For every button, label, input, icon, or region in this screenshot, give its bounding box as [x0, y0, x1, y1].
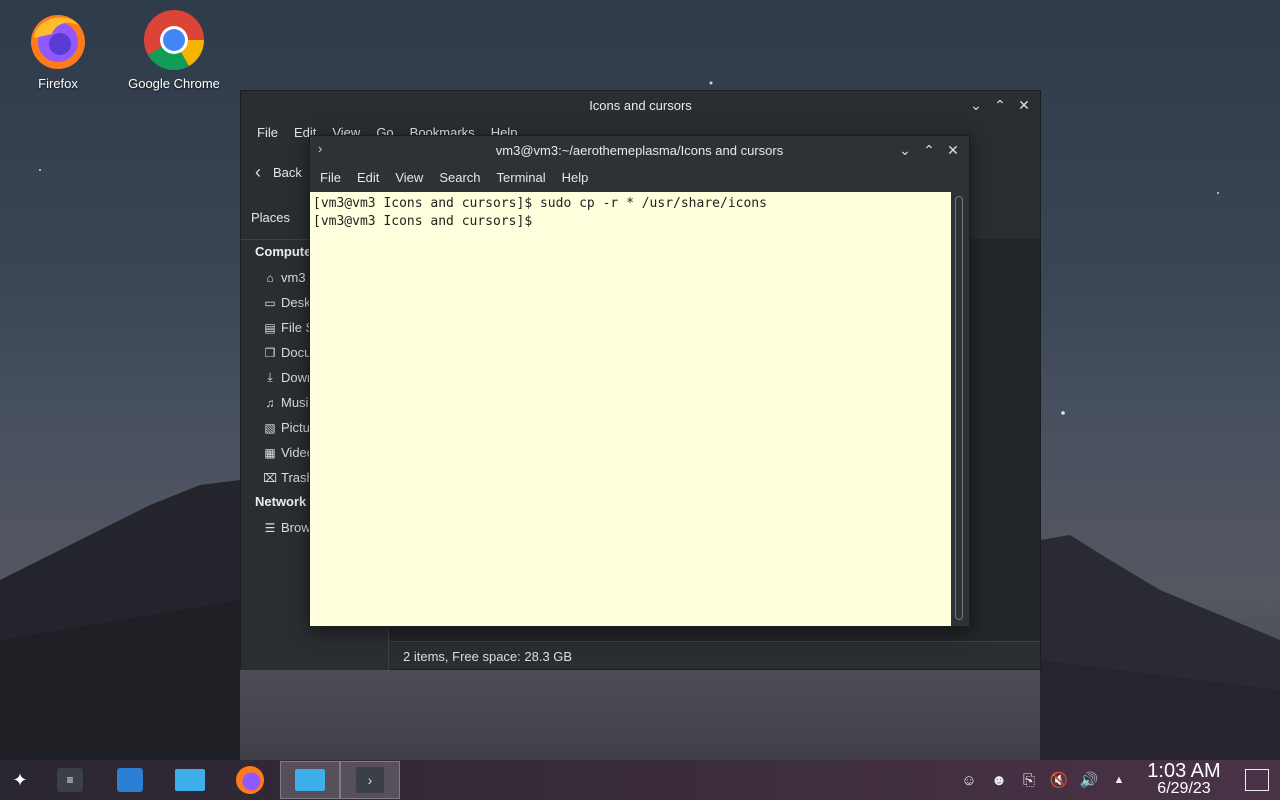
- back-label: Back: [273, 164, 302, 180]
- status-text: 2 items, Free space: 28.3 GB: [403, 648, 573, 664]
- user-icon[interactable]: ☺: [954, 760, 984, 800]
- pictures-icon: ▧: [264, 420, 276, 435]
- show-desktop-icon: [1245, 769, 1269, 791]
- terminal-window: › vm3@vm3:~/aerothemeplasma/Icons and cu…: [309, 135, 970, 627]
- places-label: Places: [251, 209, 291, 225]
- chrome-icon: [142, 8, 206, 72]
- tray-expand-icon[interactable]: ▲: [1104, 760, 1134, 800]
- show-desktop-button[interactable]: [1234, 760, 1280, 800]
- desktop-icon-label: Google Chrome: [128, 76, 220, 91]
- desktop-icon: ▭: [264, 295, 276, 310]
- menu-file[interactable]: File: [312, 164, 349, 192]
- terminal-app-icon: ›: [318, 141, 323, 156]
- desktop-icon-chrome[interactable]: Google Chrome: [119, 8, 229, 91]
- scrollbar-thumb[interactable]: [955, 196, 963, 620]
- menu-file[interactable]: File: [249, 119, 286, 147]
- documents-icon: ❐: [264, 345, 276, 360]
- task-dolphin-window[interactable]: [280, 761, 340, 799]
- system-tray: ☺ ☻ ⎘ 🔇 🔊 ▲ 1:03 AM 6/29/23: [954, 760, 1280, 800]
- folder-icon: [295, 769, 325, 791]
- user-switch-icon[interactable]: ☻: [984, 760, 1014, 800]
- volume-icon[interactable]: 🔊: [1074, 760, 1104, 800]
- maximize-button[interactable]: ⌃: [919, 140, 939, 160]
- desktop-icon-firefox[interactable]: Firefox: [3, 8, 113, 91]
- back-button[interactable]: ‹ Back: [255, 162, 302, 183]
- minimize-button[interactable]: ⌄: [966, 95, 986, 115]
- close-button[interactable]: ✕: [1014, 95, 1034, 115]
- terminal-line: [vm3@vm3 Icons and cursors]$: [313, 214, 540, 229]
- menu-help[interactable]: Help: [554, 164, 597, 192]
- terminal-icon: ›: [356, 767, 384, 793]
- scrollbar[interactable]: [951, 192, 968, 626]
- place-label: vm3: [281, 270, 306, 285]
- store-icon: [117, 768, 143, 792]
- title-bar[interactable]: › vm3@vm3:~/aerothemeplasma/Icons and cu…: [310, 136, 969, 164]
- firefox-icon: [236, 766, 264, 794]
- menu-view[interactable]: View: [387, 164, 431, 192]
- clipboard-icon[interactable]: ⎘: [1014, 760, 1044, 800]
- trash-icon: ⌧: [263, 470, 277, 485]
- minimize-button[interactable]: ⌄: [895, 140, 915, 160]
- chevron-left-icon: ‹: [255, 161, 261, 182]
- network-icon: ☰: [264, 520, 276, 535]
- menu-terminal[interactable]: Terminal: [489, 164, 554, 192]
- videos-icon: ▦: [264, 445, 276, 460]
- menu-search[interactable]: Search: [431, 164, 488, 192]
- home-icon: ⌂: [266, 270, 274, 285]
- drive-icon: ▤: [264, 320, 276, 335]
- window-title: Icons and cursors: [589, 97, 692, 113]
- terminal-line: [vm3@vm3 Icons and cursors]$ sudo cp -r …: [313, 196, 767, 211]
- taskbar: ✦ ≡ › ☺ ☻ ⎘ 🔇 🔊 ▲ 1:03 AM 6/29/23: [0, 760, 1280, 800]
- music-icon: ♫: [265, 395, 275, 410]
- firefox-icon: [26, 8, 90, 72]
- task-firefox[interactable]: [220, 760, 280, 800]
- task-terminal-window[interactable]: ›: [340, 761, 400, 799]
- clock[interactable]: 1:03 AM 6/29/23: [1134, 760, 1234, 798]
- desktop-icon-label: Firefox: [38, 76, 78, 91]
- status-bar: 2 items, Free space: 28.3 GB: [389, 641, 1040, 670]
- clock-date: 6/29/23: [1157, 780, 1211, 797]
- app-launcher-button[interactable]: ✦: [0, 760, 40, 800]
- window-title: vm3@vm3:~/aerothemeplasma/Icons and curs…: [495, 142, 784, 158]
- folder-icon: [175, 769, 205, 791]
- terminal-output[interactable]: [vm3@vm3 Icons and cursors]$ sudo cp -r …: [310, 192, 953, 626]
- task-system-settings[interactable]: ≡: [40, 760, 100, 800]
- close-button[interactable]: ✕: [943, 140, 963, 160]
- task-discover[interactable]: [100, 760, 160, 800]
- maximize-button[interactable]: ⌃: [990, 95, 1010, 115]
- menu-edit[interactable]: Edit: [349, 164, 387, 192]
- volume-muted-icon[interactable]: 🔇: [1044, 760, 1074, 800]
- clock-time: 1:03 AM: [1147, 760, 1221, 782]
- launcher-icon: ✦: [12, 769, 28, 790]
- title-bar[interactable]: Icons and cursors ⌄ ⌃ ✕: [241, 91, 1040, 119]
- settings-icon: ≡: [57, 768, 83, 792]
- task-file-manager[interactable]: [160, 760, 220, 800]
- menu-bar: File Edit View Search Terminal Help: [310, 164, 969, 192]
- download-icon: ⤓: [267, 370, 273, 384]
